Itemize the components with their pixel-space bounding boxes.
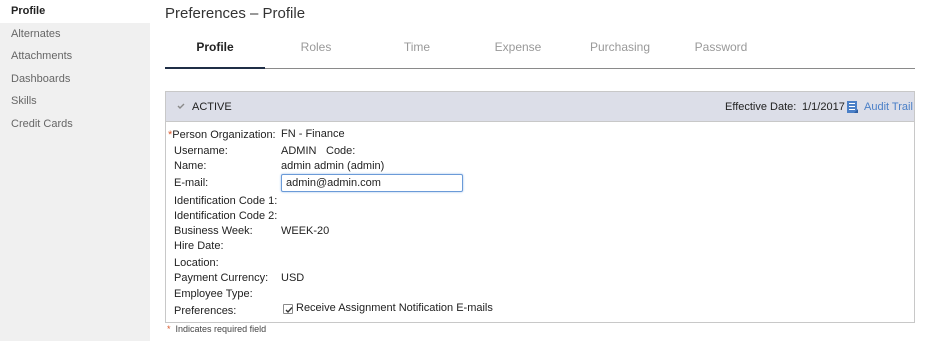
tab-profile[interactable]: Profile [165, 37, 265, 69]
name-label: Name: [174, 160, 207, 172]
id-code-2-label: Identification Code 2: [174, 210, 278, 222]
tab-expense[interactable]: Expense [468, 37, 568, 68]
email-field[interactable] [281, 174, 463, 192]
username-value: ADMIN [281, 145, 317, 157]
sidebar: Profile Alternates Attachments Dashboard… [0, 0, 150, 341]
business-week-value: WEEK-20 [281, 225, 330, 237]
code-label: Code: [326, 145, 356, 157]
effective-date-value: 1/1/2017 [802, 101, 845, 113]
audit-trail-link[interactable]: Audit Trail [864, 101, 913, 113]
id-code-1-label: Identification Code 1: [174, 195, 278, 207]
notification-checkbox[interactable] [283, 304, 293, 314]
checkmark-icon [176, 101, 186, 111]
person-org-label: *Person Organization: [168, 129, 276, 141]
tab-time[interactable]: Time [367, 37, 467, 68]
page-title: Preferences – Profile [165, 5, 306, 22]
sidebar-item-dashboards[interactable]: Dashboards [0, 68, 150, 91]
sidebar-item-profile[interactable]: Profile [0, 0, 150, 23]
document-icon[interactable] [846, 100, 859, 115]
person-org-value: FN - Finance [281, 128, 345, 140]
tab-purchasing[interactable]: Purchasing [570, 37, 670, 68]
required-marker: * [167, 324, 171, 334]
sidebar-item-credit-cards[interactable]: Credit Cards [0, 113, 150, 136]
username-label: Username: [174, 145, 228, 157]
hire-date-label: Hire Date: [174, 240, 224, 252]
tab-roles[interactable]: Roles [266, 37, 366, 68]
business-week-label: Business Week: [174, 225, 253, 237]
status-label: ACTIVE [192, 101, 232, 113]
sidebar-item-alternates[interactable]: Alternates [0, 23, 150, 46]
sidebar-item-attachments[interactable]: Attachments [0, 45, 150, 68]
tab-bar: Profile Roles Time Expense Purchasing Pa… [165, 37, 915, 69]
employee-type-label: Employee Type: [174, 288, 253, 300]
location-label: Location: [174, 257, 219, 269]
email-label: E-mail: [174, 177, 209, 189]
notification-checkbox-label[interactable]: Receive Assignment Notification E-mails [296, 302, 493, 314]
effective-date-label: Effective Date: [725, 101, 797, 113]
name-value: admin admin (admin) [281, 160, 385, 172]
sidebar-item-skills[interactable]: Skills [0, 90, 150, 113]
profile-panel: ACTIVE Effective Date: 1/1/2017 Audit Tr… [165, 91, 915, 323]
tab-password[interactable]: Password [671, 37, 771, 68]
preferences-label: Preferences: [174, 305, 237, 317]
required-field-note: * Indicates required field [167, 324, 267, 334]
payment-currency-value: USD [281, 272, 305, 284]
payment-currency-label: Payment Currency: [174, 272, 269, 284]
panel-header: ACTIVE Effective Date: 1/1/2017 Audit Tr… [166, 92, 914, 122]
